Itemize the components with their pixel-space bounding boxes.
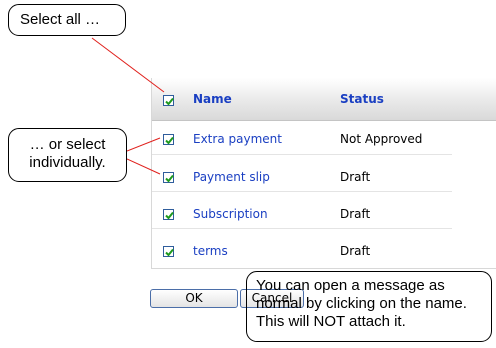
callout-open-message: You can open a message as normal by clic… — [246, 271, 492, 342]
callout-select-all: Select all … — [8, 4, 126, 36]
callout-open-message-text: You can open a message as normal by clic… — [256, 277, 467, 330]
callout-select-all-text: Select all … — [20, 11, 101, 28]
callout-select-individually-text: … or select individually. — [29, 136, 106, 171]
callout-select-individually: … or select individually. — [8, 128, 127, 182]
